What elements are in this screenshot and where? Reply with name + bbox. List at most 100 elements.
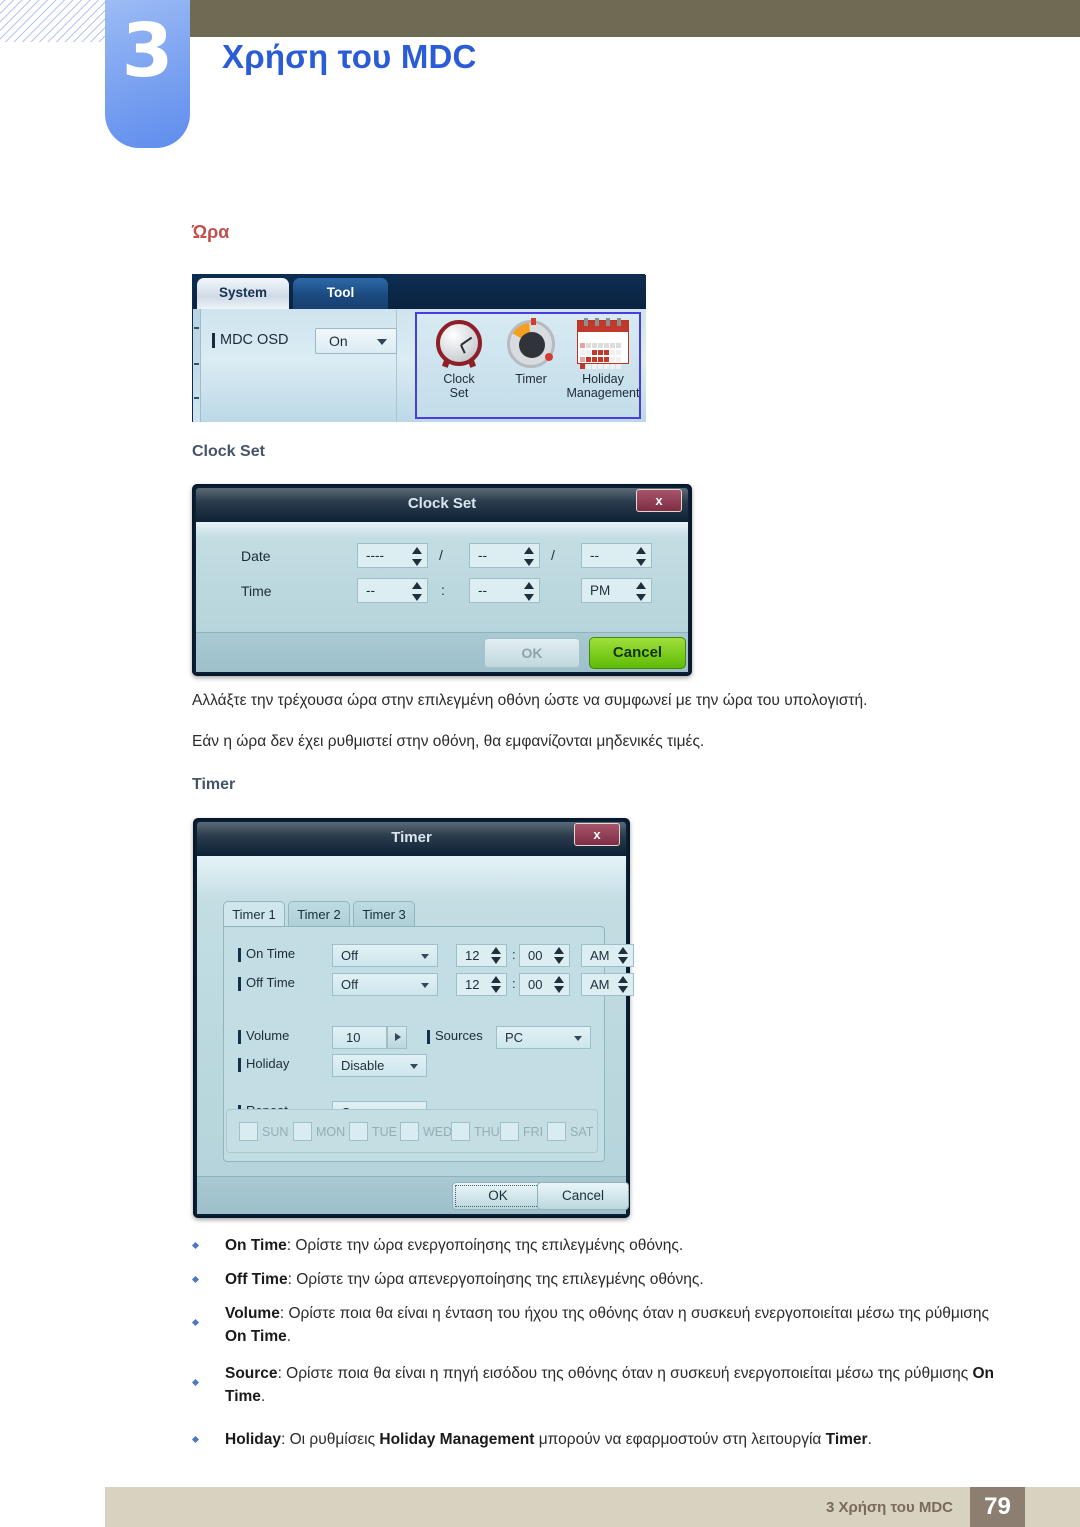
bullet-on-time: On Time: Ορίστε την ώρα ενεργοποίησης τη… [225,1234,1015,1257]
date-day-spinner[interactable]: -- [581,543,652,568]
bullet-term-on-time: On Time [225,1237,287,1254]
field-marker [238,948,241,962]
chevron-down-icon [410,1064,418,1069]
bullet-body-holiday: : Οι ρυθμίσεις [280,1431,380,1448]
strip-mark [194,327,199,329]
clock-set-dialog: Clock Set x Date ---- / -- / -- Time -- … [192,484,692,676]
tab-timer-1[interactable]: Timer 1 [223,901,285,927]
header-olive-bar [190,0,1080,37]
holiday-label-line2: Management [566,386,640,400]
checkbox-thu[interactable] [451,1122,470,1141]
checkbox-wed[interactable] [400,1122,419,1141]
clock-set-title: Clock Set [407,495,477,512]
spinner-arrows-icon[interactable] [554,976,565,993]
timer-icon [507,318,555,368]
off-time-minute-spinner[interactable]: 00 [519,973,570,996]
checkbox-mon[interactable] [293,1122,312,1141]
date-year-spinner[interactable]: ---- [357,543,428,568]
bullet-term-volume: Volume [225,1305,280,1322]
volume-value: 10 [346,1030,361,1045]
spinner-arrows-icon[interactable] [491,976,502,993]
clock-set-label-line2: Set [449,386,469,400]
date-separator-1: / [439,547,443,563]
holiday-management-label: Holiday Management [563,372,643,400]
bullet-marker [191,1435,200,1444]
spinner-arrows-icon[interactable] [491,947,502,964]
close-icon[interactable]: x [636,489,682,512]
sources-label: Sources [435,1028,483,1043]
off-time-separator: : [512,976,516,991]
mdc-toolbar-screenshot: System Tool MDC OSD On Clock Set Timer H… [192,274,646,422]
holiday-select[interactable]: Disable [332,1054,427,1077]
bullet-term-source: Source [225,1365,278,1382]
spinner-arrows-icon[interactable] [618,947,629,964]
bullet-body-source: : Ορίστε ποια θα είναι η πηγή εισόδου τη… [277,1365,973,1382]
off-time-meridiem-spinner[interactable]: AM [581,973,634,996]
holiday-management-button[interactable]: Holiday Management [567,318,639,417]
tab-timer-3[interactable]: Timer 3 [353,901,415,927]
toolbar-body: MDC OSD On Clock Set Timer Holiday Manag… [193,309,646,422]
section-heading-ora: Ώρα [192,222,230,242]
tab-tool[interactable]: Tool [293,278,388,309]
spinner-arrows-icon[interactable] [636,582,647,601]
time-meridiem-spinner[interactable]: PM [581,578,652,603]
checkbox-tue[interactable] [349,1122,368,1141]
timer-label: Timer [491,372,571,386]
clock-set-body: Date ---- / -- / -- Time -- : -- PM [196,522,688,636]
on-time-meridiem-spinner[interactable]: AM [581,944,634,967]
holiday-label-line1: Holiday [582,372,624,386]
spinner-arrows-icon[interactable] [412,582,423,601]
close-icon[interactable]: x [574,823,620,846]
date-month-spinner[interactable]: -- [469,543,540,568]
mdc-osd-select[interactable]: On [315,328,397,354]
sources-select[interactable]: PC [496,1026,591,1049]
off-time-mode-select[interactable]: Off [332,973,438,996]
checkbox-fri[interactable] [500,1122,519,1141]
timer-dialog: Timer x Timer 1 Timer 2 Timer 3 On Time … [193,818,634,1218]
spinner-arrows-icon[interactable] [618,976,629,993]
toolbar-tabstrip: System Tool [193,275,646,309]
tab-timer-2[interactable]: Timer 2 [288,901,350,927]
date-month-value: -- [478,548,487,563]
on-time-hour-spinner[interactable]: 12 [456,944,507,967]
bullet-body-on-time: : Ορίστε την ώρα ενεργοποίησης της επιλε… [286,1237,684,1254]
timer-button[interactable]: Timer [495,318,567,417]
clock-set-label-line1: Clock [443,372,475,386]
chevron-down-icon [421,983,429,988]
spinner-arrows-icon[interactable] [524,547,535,566]
weekday-checkbox-group: SUN MON TUE WED THU FRI SAT [226,1109,598,1153]
on-time-minute-spinner[interactable]: 00 [519,944,570,967]
checkbox-sun[interactable] [239,1122,258,1141]
checkbox-label-thu: THU [474,1125,500,1139]
spinner-arrows-icon[interactable] [412,547,423,566]
tab-system[interactable]: System [197,278,289,309]
bullet-mid-holiday: μπορούν να εφαρμοστούν στη λειτουργία [534,1431,826,1448]
clock-set-cancel-button[interactable]: Cancel [589,637,686,669]
checkbox-sat[interactable] [547,1122,566,1141]
spinner-arrows-icon[interactable] [636,547,647,566]
field-marker [427,1030,430,1044]
field-marker [238,977,241,991]
date-year-value: ---- [366,548,384,563]
on-time-mode-select[interactable]: Off [332,944,438,967]
bullet-tailbold-holiday: Timer [825,1431,868,1448]
bullet-marker [191,1241,200,1250]
off-time-hour-spinner[interactable]: 12 [456,973,507,996]
strip-mark [194,397,199,399]
date-separator-2: / [551,547,555,563]
timer-cancel-button[interactable]: Cancel [537,1182,629,1210]
time-minute-spinner[interactable]: -- [469,578,540,603]
spinner-arrows-icon[interactable] [524,582,535,601]
clock-set-button[interactable]: Clock Set [423,318,495,417]
clock-set-ok-button[interactable]: OK [484,638,580,668]
volume-increase-button[interactable] [387,1026,407,1049]
field-marker [212,333,215,348]
time-hour-spinner[interactable]: -- [357,578,428,603]
volume-stepper[interactable]: 10 [332,1026,387,1049]
spinner-arrows-icon[interactable] [554,947,565,964]
bullet-volume: Volume: Ορίστε ποια θα είναι η ένταση το… [225,1302,1005,1349]
bullet-midbold-holiday: Holiday Management [379,1431,535,1448]
timer-ok-button[interactable]: OK [452,1182,544,1210]
holiday-management-icon [577,318,629,369]
clock-set-titlebar: Clock Set [196,488,688,522]
